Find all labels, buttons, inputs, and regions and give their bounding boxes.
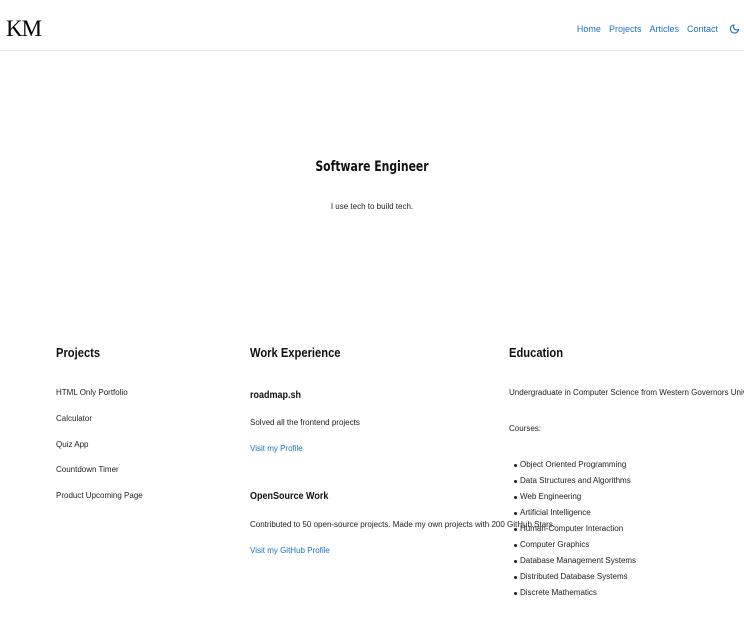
list-item: Web Engineering — [512, 492, 636, 508]
page: KM Home Projects Articles Contact Softwa… — [0, 0, 744, 618]
job-title: OpenSource Work — [250, 491, 329, 502]
hero-subtitle: I use tech to build tech. — [330, 202, 414, 211]
list-item: Computer Graphics — [512, 540, 636, 556]
nav-home[interactable]: Home — [577, 22, 601, 36]
site-header: KM Home Projects Articles Contact — [0, 0, 744, 51]
courses-list: Object Oriented Programming Data Structu… — [512, 460, 636, 604]
job-description: Contributed to 50 open-source projects. … — [250, 520, 556, 529]
moon-icon — [729, 24, 739, 34]
list-item: Discrete Mathematics — [512, 588, 636, 604]
degree-text: Undergraduate in Computer Science from W… — [509, 388, 744, 397]
hero-title: Software Engineer — [315, 159, 429, 175]
list-item: Data Structures and Algorithms — [512, 476, 636, 492]
work-experience-heading: Work Experience — [250, 345, 341, 360]
job-description: Solved all the frontend projects — [250, 418, 360, 427]
list-item: Distributed Database Systems — [512, 572, 636, 588]
courses-label: Courses: — [509, 424, 542, 433]
theme-toggle-button[interactable] — [728, 22, 740, 36]
visit-profile-link[interactable]: Visit my Profile — [250, 444, 303, 453]
list-item: Artificial Intelligence — [512, 508, 636, 524]
projects-heading: Projects — [56, 345, 101, 360]
project-link-countdown-timer[interactable]: Countdown Timer — [56, 465, 119, 474]
job-title: roadmap.sh — [250, 390, 302, 401]
list-item: Object Oriented Programming — [512, 460, 636, 476]
main-nav: Home Projects Articles Contact — [569, 22, 740, 36]
site-logo[interactable]: KM — [6, 16, 42, 42]
nav-articles[interactable]: Articles — [649, 22, 679, 36]
nav-contact[interactable]: Contact — [687, 22, 718, 36]
nav-projects[interactable]: Projects — [609, 22, 642, 36]
education-heading: Education — [509, 345, 564, 360]
project-link-html-portfolio[interactable]: HTML Only Portfolio — [56, 388, 128, 397]
visit-github-profile-link[interactable]: Visit my GitHub Profile — [250, 546, 330, 555]
list-item: Human-Computer Interaction — [512, 524, 636, 540]
project-link-quiz-app[interactable]: Quiz App — [56, 440, 88, 449]
list-item: Database Management Systems — [512, 556, 636, 572]
project-link-calculator[interactable]: Calculator — [56, 414, 92, 423]
project-link-product-upcoming[interactable]: Product Upcoming Page — [56, 491, 143, 500]
